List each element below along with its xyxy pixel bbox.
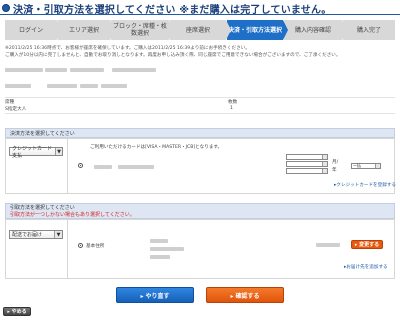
phone-redacted (316, 243, 340, 247)
notice-line-2: ご購入が10分以内に完了しませんと、自動でお取り消しとなります。再度お申し込み頂… (5, 53, 341, 58)
step-area: エリア選択 (58, 20, 115, 40)
pickup-section-header: 引取方法を選択してください 引取方法が一つしかない場合もあり選択してください。 (5, 203, 395, 219)
expiry-field[interactable] (286, 154, 328, 160)
step-payment: 決済・引取方法選択 (227, 20, 288, 40)
page-title: 決済・引取方法を選択してください ※まだ購入は完了していません。 (2, 1, 331, 16)
quit-button[interactable]: ▸ やめる (3, 307, 31, 316)
payment-method-column: クレジットカード支払 ▼ (6, 139, 68, 193)
step-seat: 座席選択 (170, 20, 231, 40)
register-card-link[interactable]: ▸クレジットカードを登録する (334, 182, 396, 188)
step-complete: 購入完了 (343, 20, 395, 40)
pickup-section: 配送でお届け ▼ 基本住所 ▸ 変更する ▸お届け先を追加する (5, 219, 395, 279)
change-address-button[interactable]: ▸ 変更する (351, 240, 383, 249)
quantity-value: 1 (230, 106, 233, 111)
pickup-header-text: 引取方法を選択してください (10, 205, 75, 211)
expiry-year-select[interactable] (286, 168, 328, 174)
installment-select[interactable]: 一括 (351, 163, 381, 169)
pickup-method-value: 配送でお届け (12, 232, 43, 238)
card-number-redacted (94, 165, 112, 169)
payment-section-header: 決済方法を選択してください (5, 128, 395, 138)
chevron-down-icon: ▼ (54, 148, 62, 155)
title-divider (0, 14, 400, 15)
seat-type-header: 席種 (5, 100, 15, 105)
address-redacted (150, 255, 170, 259)
month-suffix: 月/ (332, 160, 339, 165)
card-radio[interactable] (78, 163, 83, 168)
back-button[interactable]: ▸ やり直す (116, 287, 194, 303)
step-login: ログイン (5, 20, 62, 40)
divider (5, 113, 395, 114)
pickup-method-select[interactable]: 配送でお届け ▼ (9, 230, 63, 239)
payment-method-value: クレジットカード支払 (12, 145, 53, 159)
pickup-warning: 引取方法が一つしかない場合もあり選択してください。 (10, 212, 135, 218)
divider (5, 97, 395, 98)
address-radio[interactable] (78, 243, 83, 248)
step-block: ブロック・席種・枚数選択 (111, 20, 174, 40)
address-redacted (150, 239, 168, 243)
time-limit-notice: ※2011/2/25 16:36時点で、お客様が座席を確保しています。ご購入は2… (5, 45, 395, 59)
quantity-header: 枚数 (228, 100, 238, 105)
notice-line-1: ※2011/2/25 16:36時点で、お客様が座席を確保しています。ご購入は2… (5, 46, 250, 51)
step-confirm: 購入内容確認 (284, 20, 347, 40)
add-address-link[interactable]: ▸お届け先を追加する (344, 264, 388, 270)
pickup-method-column: 配送でお届け ▼ (6, 220, 68, 278)
seat-type-value: S指定大人 (5, 107, 27, 112)
confirm-button[interactable]: ▸ 確認する (206, 287, 284, 303)
event-date-row (5, 83, 395, 91)
address-label: 基本住所 (86, 244, 105, 249)
card-number-redacted (118, 165, 154, 169)
event-name-row (5, 67, 395, 75)
year-suffix: 年 (332, 168, 337, 173)
payment-section: クレジットカード支払 ▼ ご利用いただけるカードは[VISA・MASTER・JC… (5, 138, 396, 194)
step-progress: ログイン エリア選択 ブロック・席種・枚数選択 座席選択 決済・引取方法選択 購… (5, 20, 395, 40)
address-redacted (150, 247, 184, 251)
card-brand-note: ご利用いただけるカードは[VISA・MASTER・JCB]となります。 (90, 145, 223, 150)
circle-bullet-icon (2, 4, 10, 12)
expiry-month-select[interactable] (286, 161, 328, 167)
chevron-down-icon: ▼ (54, 231, 62, 238)
event-info (5, 63, 395, 123)
payment-method-select[interactable]: クレジットカード支払 ▼ (9, 145, 63, 159)
